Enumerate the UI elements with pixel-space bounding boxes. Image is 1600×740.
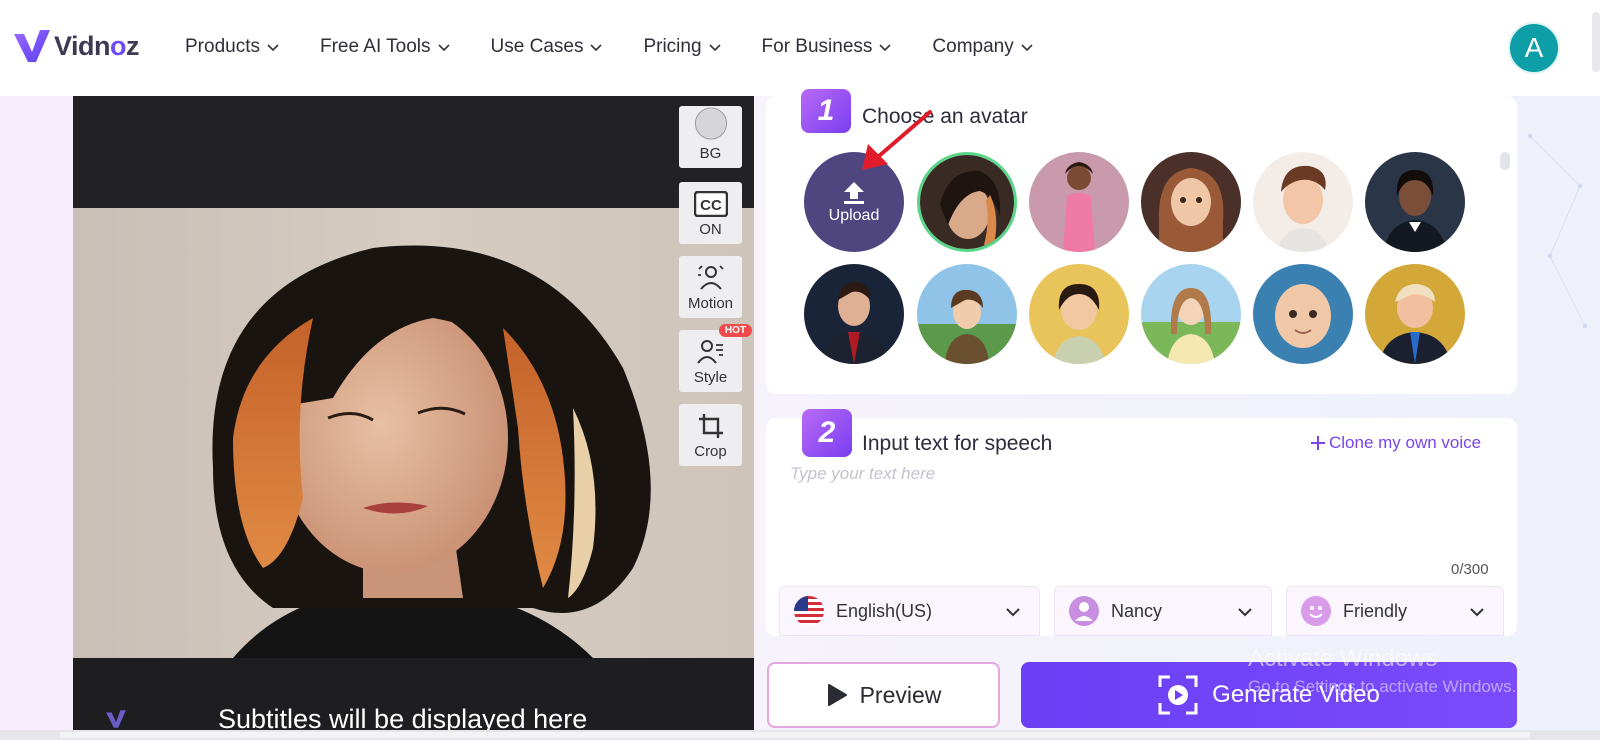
vidnoz-watermark-icon (106, 710, 126, 728)
nav-use-cases[interactable]: Use Cases (491, 36, 604, 58)
avatar-option[interactable] (1253, 152, 1353, 252)
chevron-down-icon (590, 44, 603, 52)
vidnoz-logo[interactable]: Vidnoz (12, 26, 140, 66)
avatar-cartoon-man (1253, 152, 1353, 252)
decorative-background (1527, 133, 1588, 329)
page-scrollbar[interactable] (1592, 12, 1600, 72)
nav-products[interactable]: Products (185, 36, 280, 58)
avatar-option[interactable] (1141, 152, 1241, 252)
motion-label: Motion (687, 295, 734, 312)
tone-select[interactable]: Friendly (1286, 586, 1504, 636)
nav-pricing[interactable]: Pricing (643, 36, 721, 58)
circle-icon (694, 107, 727, 140)
style-person-icon (696, 340, 723, 364)
avatar-anime-girl (1141, 264, 1241, 364)
avatar-option[interactable] (1029, 152, 1129, 252)
tone-value: Friendly (1343, 600, 1408, 621)
preview-label: Preview (859, 681, 942, 708)
char-counter: 0/300 (1451, 561, 1489, 578)
svg-text:CC: CC (700, 197, 722, 214)
upload-label: Upload (828, 207, 880, 224)
avatar-option[interactable] (1365, 264, 1465, 364)
top-header: Vidnoz Products Free AI Tools Use Cases … (0, 0, 1600, 96)
input-text-title: Input text for speech (862, 432, 1053, 455)
step-1-badge: 1 (801, 89, 851, 133)
us-flag-icon (794, 596, 824, 626)
chevron-down-icon (708, 44, 721, 52)
avatar-suited-man (1365, 264, 1465, 364)
language-select[interactable]: English(US) (779, 586, 1040, 636)
windows-activation-watermark: Activate Windows (1248, 645, 1438, 672)
main-nav: Products Free AI Tools Use Cases Pricing… (185, 36, 1074, 58)
red-arrow-annotation (862, 110, 932, 170)
upload-icon (844, 182, 864, 204)
clone-voice-link[interactable]: Clone my own voice (1310, 433, 1481, 453)
woman-portrait-image (212, 245, 651, 658)
avatar-baby (1253, 264, 1353, 364)
avatar-option[interactable] (917, 152, 1017, 252)
user-avatar[interactable]: A (1508, 22, 1560, 74)
clone-voice-label: Clone my own voice (1329, 433, 1482, 452)
avatar-anime-boy (917, 264, 1017, 364)
avatar-cartoon-girl-braid (1029, 264, 1129, 364)
avatar-cartoon-woman (1141, 152, 1241, 252)
chevron-down-icon (437, 44, 450, 52)
voice-person-icon (1069, 596, 1099, 626)
crop-button[interactable]: Crop (679, 404, 742, 466)
chevron-down-icon (267, 44, 279, 52)
video-frame-icon (1158, 675, 1198, 715)
smiley-icon (1301, 596, 1331, 626)
language-value: English(US) (836, 600, 933, 621)
nav-free-ai-tools[interactable]: Free AI Tools (320, 36, 451, 58)
bg-label: BG (699, 145, 722, 162)
voice-value: Nancy (1111, 600, 1163, 621)
avatar-option[interactable] (1253, 264, 1353, 364)
closed-caption-icon: CC (693, 191, 728, 217)
step-2-badge: 2 (802, 409, 852, 457)
avatar-option[interactable] (804, 264, 904, 364)
bg-button[interactable]: BG (679, 106, 742, 168)
chevron-down-icon (1006, 608, 1020, 617)
avatar-option[interactable] (1029, 264, 1129, 364)
windows-activation-hint: Go to Settings to activate Windows. (1248, 677, 1517, 696)
crop-icon (698, 414, 723, 438)
avatar-woman-pink-dress (1029, 152, 1129, 252)
preview-button[interactable]: Preview (767, 662, 1000, 728)
subtitle-placeholder: Subtitles will be displayed here (218, 704, 588, 730)
subtitle-bar: Subtitles will be displayed here (73, 658, 754, 730)
voice-select[interactable]: Nancy (1054, 586, 1272, 636)
vidnoz-logo-icon (14, 30, 50, 62)
speech-text-input[interactable] (790, 464, 1490, 554)
crop-label: Crop (694, 443, 727, 460)
captions-label: ON (699, 221, 722, 238)
plus-icon (1311, 436, 1325, 450)
chevron-down-icon (879, 44, 891, 52)
video-preview-panel: Subtitles will be displayed here BG CC O… (73, 96, 754, 730)
chevron-down-icon (1238, 608, 1252, 617)
avatar-option[interactable] (1141, 264, 1241, 364)
chevron-down-icon (1021, 44, 1033, 52)
style-label: Style (693, 369, 728, 386)
avatar-news-anchor-man (804, 264, 904, 364)
avatar-list-scrollbar[interactable] (1500, 152, 1510, 170)
play-icon (827, 684, 847, 706)
hot-badge: HOT (718, 324, 752, 337)
nav-for-business[interactable]: For Business (762, 36, 893, 58)
avatar-news-anchor-woman (1365, 152, 1465, 252)
motion-button[interactable]: Motion (679, 256, 742, 318)
avatar-preview-image (73, 208, 754, 658)
style-button[interactable]: HOT Style (679, 324, 752, 392)
chevron-down-icon (1470, 608, 1484, 617)
motion-person-icon (697, 265, 724, 290)
logo-text: Vidnoz (54, 30, 140, 61)
nav-company[interactable]: Company (932, 36, 1033, 58)
horizontal-scrollbar-thumb[interactable] (60, 732, 1530, 738)
avatar-option[interactable] (917, 264, 1017, 364)
captions-toggle-button[interactable]: CC ON (679, 182, 742, 244)
avatar-option[interactable] (1365, 152, 1465, 252)
